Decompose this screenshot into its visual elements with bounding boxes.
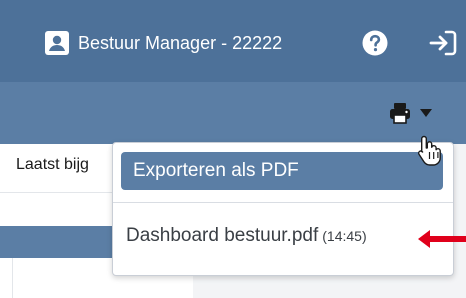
print-menu-button[interactable] <box>388 96 446 130</box>
user-menu[interactable]: Bestuur Manager - 22222 <box>44 29 282 57</box>
help-icon[interactable] <box>362 30 388 56</box>
user-name: Bestuur Manager - 22222 <box>78 32 283 53</box>
hand-pointer-icon <box>417 135 441 166</box>
red-arrow-icon <box>418 230 466 248</box>
user-card-icon <box>45 31 69 55</box>
export-pdf-button[interactable]: Exporteren als PDF <box>121 152 443 190</box>
file-name: Dashboard bestuur.pdf <box>126 225 319 246</box>
file-time: (14:45) <box>322 228 367 244</box>
printer-icon <box>390 103 410 124</box>
divider-vertical <box>12 258 13 298</box>
dropdown-divider <box>113 202 453 203</box>
export-dropdown-menu: Exporteren als PDF Dashboard bestuur.pdf… <box>112 142 454 276</box>
last-updated-label: Laatst bijg <box>16 156 89 173</box>
logout-icon[interactable] <box>428 28 458 58</box>
download-file-link[interactable]: Dashboard bestuur.pdf (14:45) <box>126 225 367 255</box>
caret-down-icon <box>420 109 432 117</box>
